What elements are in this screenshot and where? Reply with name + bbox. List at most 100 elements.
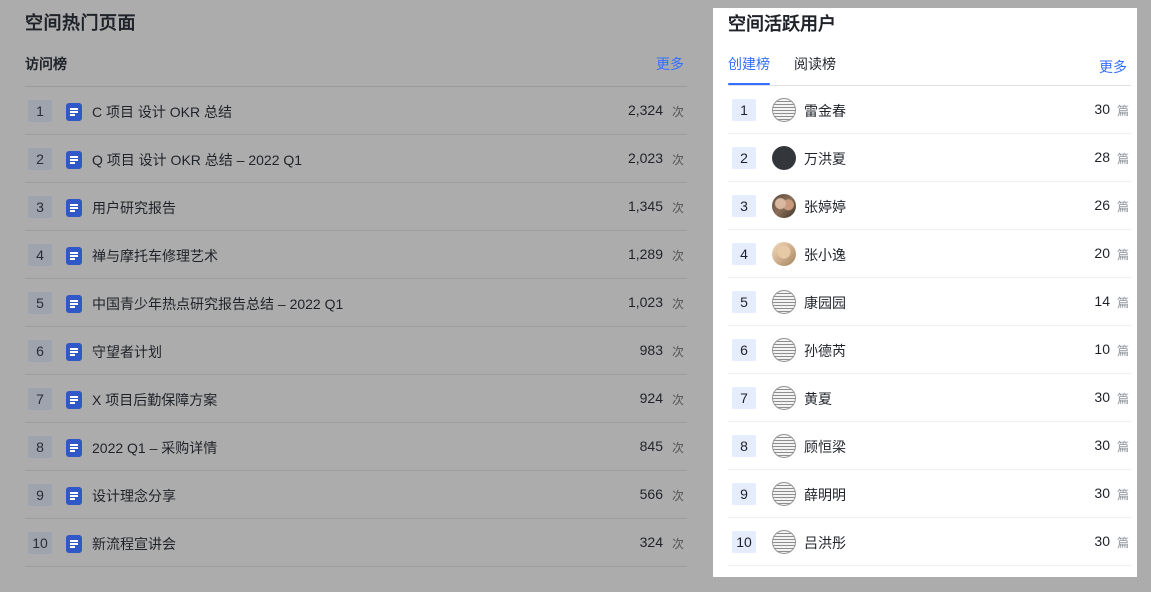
article-unit: 篇 [1116,104,1129,118]
active-users-more-link[interactable]: 更多 [1099,57,1127,77]
tab-create-ranking[interactable]: 创建榜 [728,54,770,74]
rank-badge: 1 [732,99,756,121]
page-title-link[interactable]: 守望者计划 [92,342,162,362]
article-count: 30 [1094,437,1110,453]
user-name[interactable]: 黄夏 [804,389,832,409]
article-unit: 篇 [1116,248,1129,262]
user-name[interactable]: 吕洪彤 [804,533,846,553]
user-row[interactable]: 4 张小逸 20 篇 [728,230,1131,278]
avatar[interactable] [772,290,796,314]
user-name[interactable]: 康园园 [804,293,846,313]
avatar[interactable] [772,242,796,266]
user-name[interactable]: 薛明明 [804,485,846,505]
article-count: 28 [1094,149,1110,165]
hot-page-row[interactable]: 8 2022 Q1 – 采购详情 845 次 [25,423,687,471]
article-count: 30 [1094,389,1110,405]
visit-unit: 次 [671,105,684,119]
user-row[interactable]: 1 雷金春 30 篇 [728,86,1131,134]
article-count: 10 [1094,341,1110,357]
hot-page-row[interactable]: 10 新流程宣讲会 324 次 [25,519,687,567]
visit-count: 2,023 [627,150,663,166]
document-icon [66,487,82,505]
user-row[interactable]: 3 张婷婷 26 篇 [728,182,1131,230]
rank-badge: 7 [732,387,756,409]
visit-unit: 次 [671,489,684,503]
visit-ranking-label: 访问榜 [25,56,67,72]
document-icon [66,103,82,121]
article-count: 30 [1094,533,1110,549]
user-row[interactable]: 2 万洪夏 28 篇 [728,134,1131,182]
visit-count: 845 [639,438,663,454]
page-title-link[interactable]: 2022 Q1 – 采购详情 [92,438,217,458]
hot-page-row[interactable]: 3 用户研究报告 1,345 次 [25,183,687,231]
rank-badge: 9 [732,483,756,505]
user-row[interactable]: 10 吕洪彤 30 篇 [728,518,1131,566]
article-count: 30 [1094,101,1110,117]
visit-count: 1,289 [627,246,663,262]
avatar[interactable] [772,98,796,122]
rank-badge: 5 [28,292,52,314]
rank-badge: 6 [28,340,52,362]
hot-pages-list: 1 C 项目 设计 OKR 总结 2,324 次 2 Q 项目 设计 OKR 总… [25,87,687,567]
rank-badge: 7 [28,388,52,410]
article-unit: 篇 [1116,152,1129,166]
visit-count: 1,345 [627,198,663,214]
user-name[interactable]: 雷金春 [804,101,846,121]
user-name[interactable]: 顾恒梁 [804,437,846,457]
avatar[interactable] [772,530,796,554]
rank-badge: 6 [732,339,756,361]
visit-unit: 次 [671,249,684,263]
hot-page-row[interactable]: 5 中国青少年热点研究报告总结 – 2022 Q1 1,023 次 [25,279,687,327]
user-name[interactable]: 张婷婷 [804,197,846,217]
hot-pages-title: 空间热门页面 [25,13,136,33]
user-name[interactable]: 张小逸 [804,245,846,265]
rank-badge: 3 [28,196,52,218]
article-count: 30 [1094,485,1110,501]
hot-page-row[interactable]: 6 守望者计划 983 次 [25,327,687,375]
visit-unit: 次 [671,393,684,407]
visit-count: 983 [639,342,663,358]
visit-count: 2,324 [627,102,663,118]
page-title-link[interactable]: 设计理念分享 [92,486,176,506]
tab-read-ranking[interactable]: 阅读榜 [794,54,836,74]
user-row[interactable]: 5 康园园 14 篇 [728,278,1131,326]
rank-badge: 4 [28,244,52,266]
hot-page-row[interactable]: 2 Q 项目 设计 OKR 总结 – 2022 Q1 2,023 次 [25,135,687,183]
page-title-link[interactable]: Q 项目 设计 OKR 总结 – 2022 Q1 [92,150,302,170]
page-title-link[interactable]: 新流程宣讲会 [92,534,176,554]
avatar[interactable] [772,194,796,218]
user-row[interactable]: 6 孙德芮 10 篇 [728,326,1131,374]
active-users-panel: 空间活跃用户 创建榜 阅读榜 更多 1 雷金春 30 篇 2 万洪夏 28 篇 … [713,8,1137,577]
hot-page-row[interactable]: 1 C 项目 设计 OKR 总结 2,324 次 [25,87,687,135]
document-icon [66,535,82,553]
user-row[interactable]: 8 顾恒梁 30 篇 [728,422,1131,470]
document-icon [66,151,82,169]
page-title-link[interactable]: 用户研究报告 [92,198,176,218]
page-title-link[interactable]: C 项目 设计 OKR 总结 [92,102,232,122]
active-users-list: 1 雷金春 30 篇 2 万洪夏 28 篇 3 张婷婷 26 篇 4 张小逸 2… [728,86,1131,566]
hot-page-row[interactable]: 7 X 项目后勤保障方案 924 次 [25,375,687,423]
avatar[interactable] [772,482,796,506]
hot-page-row[interactable]: 4 禅与摩托车修理艺术 1,289 次 [25,231,687,279]
avatar[interactable] [772,386,796,410]
page-title-link[interactable]: 中国青少年热点研究报告总结 – 2022 Q1 [92,294,343,314]
hot-page-row[interactable]: 9 设计理念分享 566 次 [25,471,687,519]
page-title-link[interactable]: X 项目后勤保障方案 [92,390,217,410]
visit-unit: 次 [671,153,684,167]
avatar[interactable] [772,146,796,170]
user-name[interactable]: 孙德芮 [804,341,846,361]
document-icon [66,247,82,265]
user-name[interactable]: 万洪夏 [804,149,846,169]
avatar[interactable] [772,434,796,458]
document-icon [66,295,82,313]
avatar[interactable] [772,338,796,362]
user-row[interactable]: 9 薛明明 30 篇 [728,470,1131,518]
user-row[interactable]: 7 黄夏 30 篇 [728,374,1131,422]
article-count: 20 [1094,245,1110,261]
visit-count: 924 [639,390,663,406]
article-unit: 篇 [1116,440,1129,454]
page-title-link[interactable]: 禅与摩托车修理艺术 [92,246,218,266]
hot-pages-more-link[interactable]: 更多 [656,54,684,74]
visit-count: 566 [639,486,663,502]
visit-count: 1,023 [627,294,663,310]
